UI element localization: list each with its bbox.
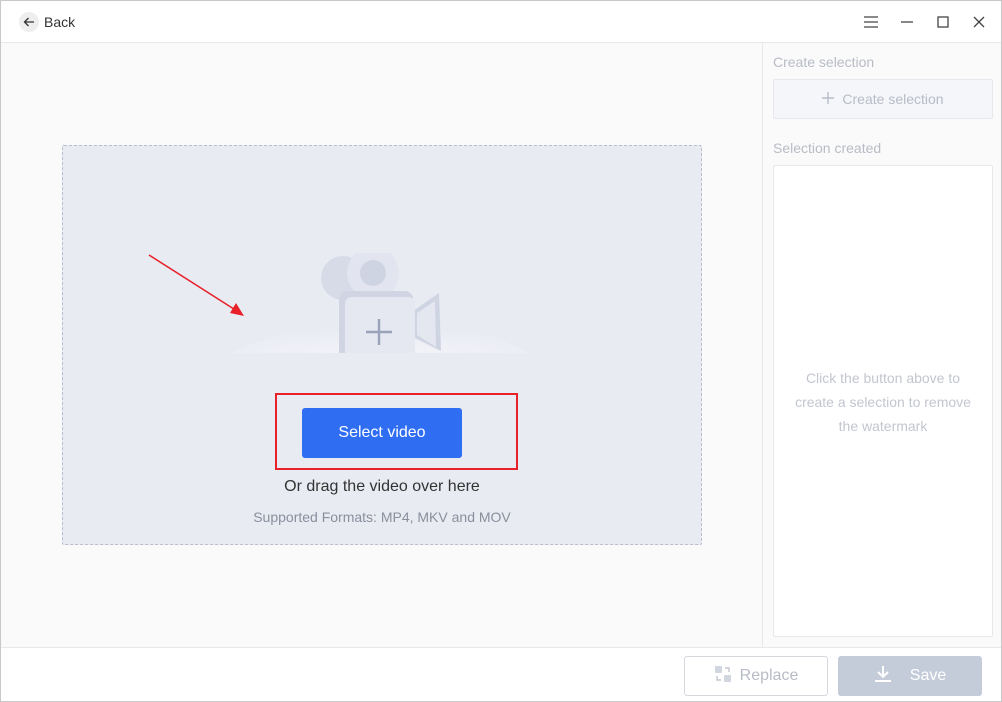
save-label: Save [909, 667, 947, 684]
title-bar: Back [1, 1, 1001, 43]
video-camera-icon [231, 253, 531, 353]
selection-hint: Click the button above to create a selec… [795, 370, 971, 434]
replace-icon [714, 665, 732, 688]
menu-icon[interactable] [861, 12, 881, 32]
maximize-icon[interactable] [933, 12, 953, 32]
select-video-button[interactable]: Select video [302, 408, 462, 458]
replace-label: Replace [739, 667, 799, 684]
bottom-bar: Replace Save [1, 647, 1001, 701]
back-label: Back [44, 14, 76, 30]
selection-created-heading: Selection created [773, 140, 882, 156]
close-icon[interactable] [969, 12, 989, 32]
drag-hint: Or drag the video over here [284, 478, 480, 495]
plus-icon [822, 91, 835, 107]
selection-list: Click the button above to create a selec… [773, 165, 993, 637]
create-selection-label: Create selection [842, 91, 944, 107]
back-arrow-icon [19, 12, 39, 32]
create-selection-button[interactable]: Create selection [773, 79, 993, 119]
window-controls [861, 12, 989, 32]
supported-formats: Supported Formats: MP4, MKV and MOV [253, 509, 511, 525]
back-button[interactable]: Back [19, 11, 75, 33]
replace-button[interactable]: Replace [684, 656, 828, 696]
selection-panel: Create selection Create selection Select… [762, 43, 1001, 647]
app-window: Back Select video Or drag the video over… [0, 0, 1002, 702]
save-button[interactable]: Save [838, 656, 982, 696]
main-area: Select video Or drag the video over here… [1, 43, 762, 647]
create-selection-heading: Create selection [773, 54, 875, 70]
download-icon [874, 665, 892, 688]
minimize-icon[interactable] [897, 12, 917, 32]
